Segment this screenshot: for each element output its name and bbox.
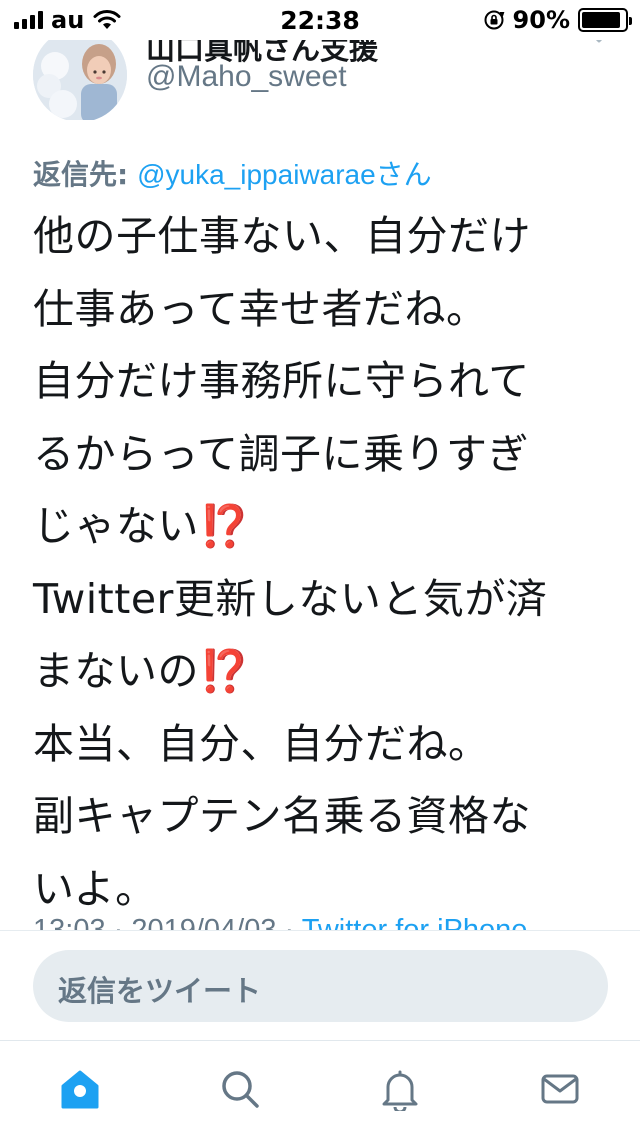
messages-icon	[541, 1074, 579, 1104]
tweet-timestamp[interactable]: 13:03 · 2019/04/03 ·	[33, 914, 302, 930]
user-handle[interactable]: @Maho_sweet	[146, 60, 347, 94]
exclamation-question-emoji: ⁉️	[199, 502, 251, 550]
reply-user-suffix[interactable]: さん	[376, 158, 432, 191]
tweet-line: まないの⁉️	[33, 635, 613, 708]
battery-level	[582, 12, 620, 28]
avatar[interactable]	[33, 28, 127, 120]
tweet-line-text: まないの	[33, 647, 199, 695]
tab-home[interactable]	[56, 1065, 104, 1113]
rotation-lock-icon	[484, 10, 504, 30]
tweet-line: るからって調子に乗りすぎ	[33, 429, 529, 478]
battery-icon	[578, 8, 632, 32]
tweet-line: じゃない⁉️	[33, 490, 613, 563]
tweet-line-text: じゃない	[33, 502, 199, 550]
reply-input[interactable]: 返信をツイート	[33, 950, 608, 1022]
reply-context: 返信先: @yuka_ippaiwaraeさん	[33, 153, 432, 193]
tweet-line: 本当、自分、自分だね。	[33, 719, 490, 768]
tab-notifications[interactable]	[376, 1065, 424, 1113]
status-bar: au 22:38 90%	[0, 0, 640, 40]
tweet-line: Twitter更新しないと気が済	[33, 574, 548, 623]
reply-user-link[interactable]: @yuka_ippaiwarae	[137, 159, 376, 190]
tweet-meta: 13:03 · 2019/04/03 · Twitter for iPhone	[0, 908, 640, 930]
tab-search[interactable]	[216, 1065, 264, 1113]
home-icon	[61, 1070, 99, 1109]
battery-percent: 90%	[512, 6, 570, 34]
notifications-icon	[382, 1070, 418, 1111]
tweet-meta-row: 13:03 · 2019/04/03 · Twitter for iPhone	[33, 914, 527, 930]
divider	[0, 930, 640, 931]
search-icon	[222, 1071, 259, 1108]
tweet-line: 仕事あって幸せ者だね。	[33, 284, 488, 333]
avatar-image	[33, 28, 127, 120]
tweet-line: 他の子仕事ない、自分だけ	[33, 212, 531, 260]
reply-placeholder: 返信をツイート	[58, 974, 262, 1008]
tweet-line: 副キャプテン名乗る資格な	[33, 792, 531, 840]
tab-bar	[0, 1040, 640, 1136]
tweet-text: 他の子仕事ない、自分だけ 仕事あって幸せ者だね。 自分だけ事務所に守られて るか…	[33, 200, 613, 925]
tweet-client-link[interactable]: Twitter for iPhone	[302, 914, 528, 930]
exclamation-question-emoji: ⁉️	[199, 647, 251, 695]
tweet-line: 自分だけ事務所に守られて	[33, 357, 530, 405]
status-right: 90%	[483, 6, 632, 34]
reply-label: 返信先:	[33, 158, 129, 191]
tab-messages[interactable]	[536, 1065, 584, 1113]
